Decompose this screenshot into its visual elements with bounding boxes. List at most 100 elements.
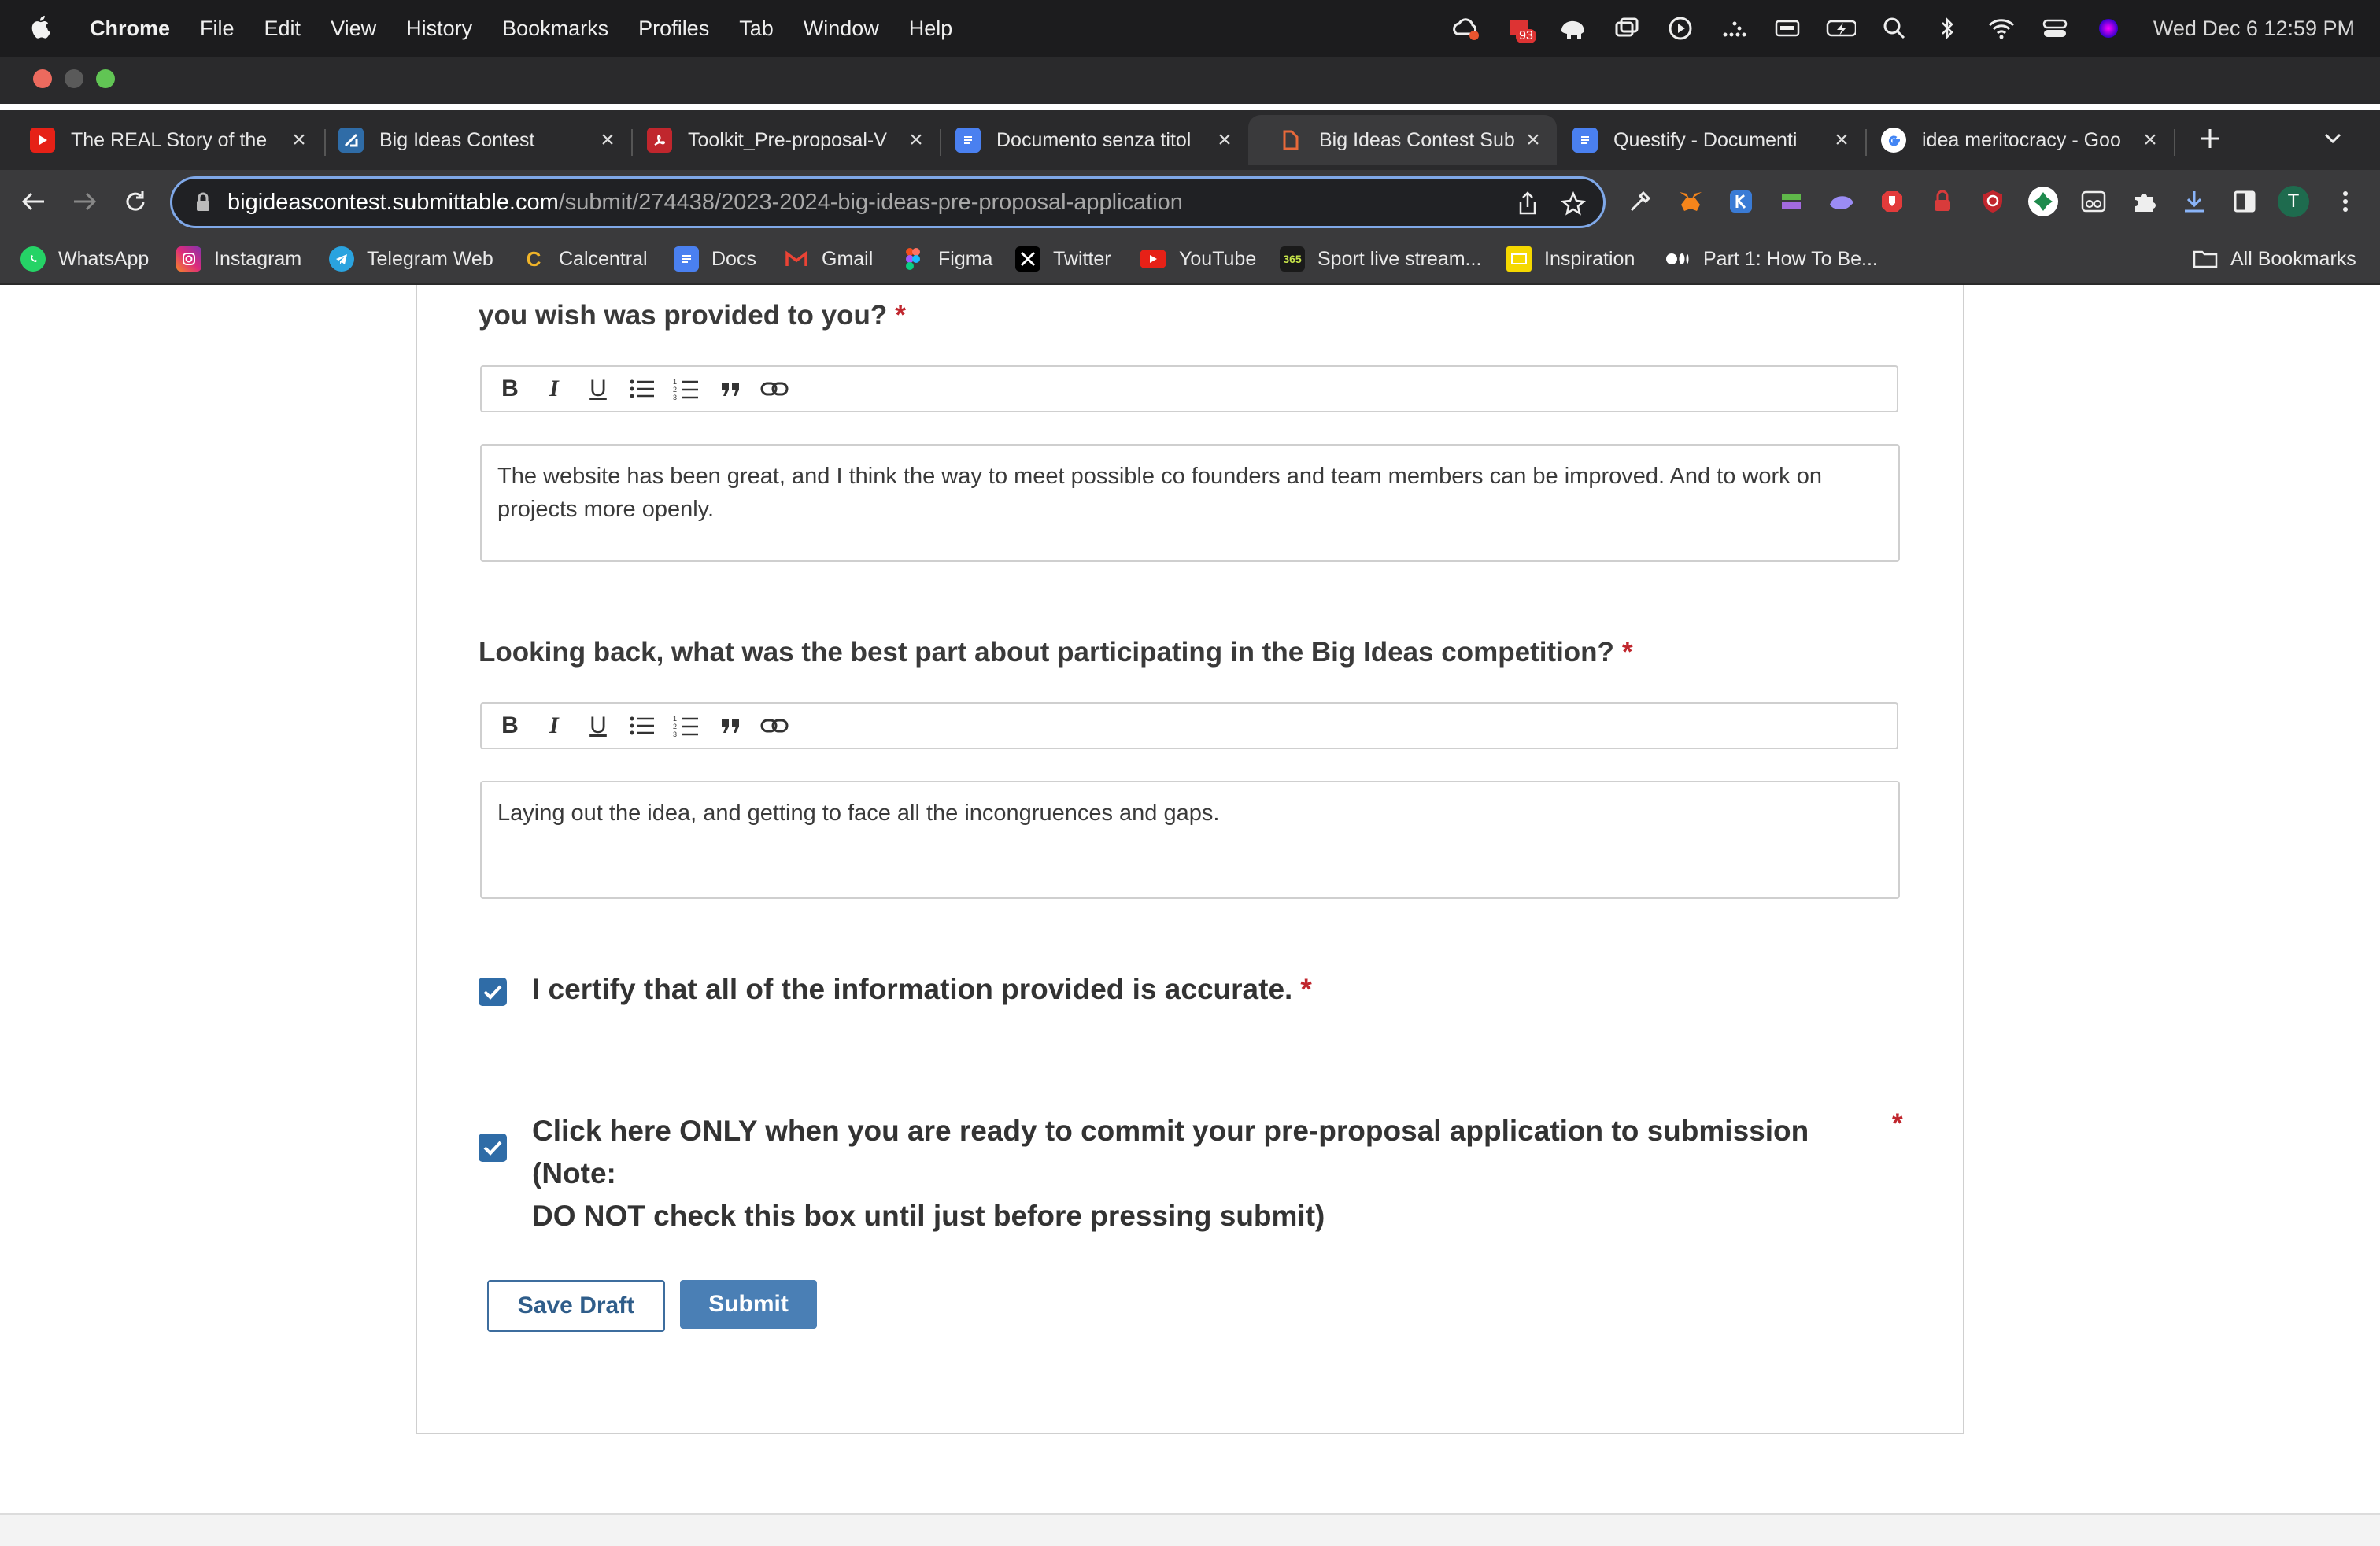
lock-extension-icon[interactable] [1925, 184, 1960, 219]
reader-extension-icon[interactable] [2076, 184, 2111, 219]
zoom-window-button[interactable] [96, 69, 115, 88]
battery-icon[interactable] [1826, 13, 1856, 43]
tab-toolkit-pdf[interactable]: Toolkit_Pre-proposal-V × [617, 115, 940, 165]
bluetooth-icon[interactable] [1933, 13, 1963, 43]
bookmark-star-icon[interactable] [1559, 190, 1587, 218]
k-extension-icon[interactable] [1724, 184, 1758, 219]
link-icon[interactable] [760, 712, 789, 740]
bookmark-telegram[interactable]: Telegram Web [329, 244, 493, 274]
tab-youtube-story[interactable]: The REAL Story of the × [0, 115, 323, 165]
close-tab-icon[interactable]: × [1524, 127, 1543, 153]
kebab-menu-icon[interactable] [2328, 184, 2363, 219]
close-window-button[interactable] [33, 69, 52, 88]
control-center-icon[interactable] [2040, 13, 2070, 43]
side-panel-icon[interactable] [2227, 184, 2262, 219]
share-icon[interactable] [1513, 190, 1542, 218]
submit-button[interactable]: Submit [680, 1280, 817, 1329]
certify-checkbox[interactable] [479, 978, 507, 1006]
answer-2-textarea[interactable]: Laying out the idea, and getting to face… [480, 781, 1900, 899]
menu-history[interactable]: History [406, 17, 472, 41]
clover-extension-icon[interactable] [2026, 184, 2060, 219]
back-arrow-icon[interactable] [16, 184, 50, 219]
lock-icon[interactable] [194, 192, 212, 213]
new-tab-icon[interactable] [2193, 121, 2227, 156]
bullet-list-icon[interactable] [628, 712, 656, 740]
numbered-list-icon[interactable]: 123 [672, 712, 700, 740]
bookmark-whatsapp[interactable]: WhatsApp [20, 244, 149, 274]
menu-bookmarks[interactable]: Bookmarks [502, 17, 608, 41]
all-bookmarks-folder[interactable]: All Bookmarks [2193, 244, 2356, 274]
search-icon[interactable] [1879, 13, 1909, 43]
underline-icon[interactable]: U [584, 375, 612, 403]
dots-grid-icon[interactable] [1719, 13, 1749, 43]
quote-icon[interactable] [716, 375, 745, 403]
answer-1-textarea[interactable]: The website has been great, and I think … [480, 444, 1900, 562]
close-tab-icon[interactable]: × [1215, 127, 1234, 153]
bookmark-calcentral[interactable]: C Calcentral [521, 244, 648, 274]
close-tab-icon[interactable]: × [598, 127, 617, 153]
italic-icon[interactable]: I [540, 712, 568, 740]
bookmark-gmail[interactable]: Gmail [784, 244, 873, 274]
notification-badge-icon[interactable]: 93 [1505, 13, 1536, 43]
bookmark-twitter[interactable]: Twitter [1015, 244, 1111, 274]
close-tab-icon[interactable]: × [290, 127, 309, 153]
link-icon[interactable] [760, 375, 789, 403]
download-icon[interactable] [2177, 184, 2212, 219]
adblock-extension-icon[interactable] [1875, 184, 1909, 219]
close-tab-icon[interactable]: × [907, 127, 926, 153]
address-bar[interactable]: bigideascontest.submittable.com/submit/2… [170, 176, 1606, 228]
play-circle-icon[interactable] [1665, 13, 1695, 43]
italic-icon[interactable]: I [540, 375, 568, 403]
tab-search-chevron-down-icon[interactable] [2315, 121, 2350, 156]
menu-file[interactable]: File [200, 17, 235, 41]
numbered-list-icon[interactable]: 123 [672, 375, 700, 403]
bookmark-part-1[interactable]: Part 1: How To Be... [1665, 244, 1878, 274]
profile-avatar[interactable]: T [2278, 186, 2309, 217]
close-tab-icon[interactable]: × [1832, 127, 1851, 153]
tab-big-ideas-contest[interactable]: Big Ideas Contest × [309, 115, 631, 165]
tab-questify[interactable]: Questify - Documenti × [1543, 115, 1865, 165]
minimize-window-button[interactable] [65, 69, 83, 88]
menu-help[interactable]: Help [909, 17, 953, 41]
siri-icon[interactable] [2094, 13, 2123, 43]
forward-arrow-icon[interactable] [68, 184, 102, 219]
bookmark-figma[interactable]: Figma [900, 244, 992, 274]
bookmark-instagram[interactable]: Instagram [176, 244, 301, 274]
bookmark-docs[interactable]: Docs [674, 244, 756, 274]
menu-profiles[interactable]: Profiles [638, 17, 709, 41]
close-tab-icon[interactable]: × [2141, 127, 2160, 153]
greenhouse-extension-icon[interactable] [1774, 184, 1809, 219]
menu-window[interactable]: Window [804, 17, 879, 41]
metamask-extension-icon[interactable] [1673, 184, 1708, 219]
commit-checkbox[interactable] [479, 1134, 507, 1162]
elephant-icon[interactable] [1558, 13, 1588, 43]
bookmark-sport-live-stream[interactable]: 365 Sport live stream... [1280, 244, 1481, 274]
quote-icon[interactable] [716, 712, 745, 740]
ublock-extension-icon[interactable] [1975, 184, 2010, 219]
ghost-extension-icon[interactable] [1824, 184, 1859, 219]
apple-logo-icon[interactable] [30, 14, 58, 43]
menu-chrome[interactable]: Chrome [90, 17, 170, 41]
window-stack-icon[interactable] [1612, 13, 1642, 43]
menu-view[interactable]: View [331, 17, 376, 41]
tab-idea-meritocracy[interactable]: idea meritocracy - Goo × [1851, 115, 2174, 165]
underline-icon[interactable]: U [584, 712, 612, 740]
keyboard-icon[interactable] [1772, 13, 1802, 43]
bookmark-inspiration[interactable]: Inspiration [1506, 244, 1635, 274]
tab-big-ideas-submission[interactable]: Big Ideas Contest Sub × [1248, 115, 1557, 165]
url-host: bigideascontest.submittable.com [227, 189, 559, 215]
eyedropper-extension-icon[interactable] [1623, 184, 1658, 219]
menu-bar-clock[interactable]: Wed Dec 6 12:59 PM [2153, 17, 2355, 41]
reload-icon[interactable] [118, 184, 153, 219]
menu-tab[interactable]: Tab [739, 17, 774, 41]
save-draft-button[interactable]: Save Draft [487, 1280, 665, 1332]
extensions-puzzle-icon[interactable] [2127, 184, 2161, 219]
wifi-icon[interactable] [1986, 13, 2016, 43]
bullet-list-icon[interactable] [628, 375, 656, 403]
bold-icon[interactable]: B [496, 712, 524, 740]
bookmark-youtube[interactable]: YouTube [1140, 244, 1256, 274]
menu-edit[interactable]: Edit [264, 17, 301, 41]
bold-icon[interactable]: B [496, 375, 524, 403]
creative-cloud-icon[interactable] [1451, 13, 1481, 43]
tab-documento[interactable]: Documento senza titol × [926, 115, 1248, 165]
